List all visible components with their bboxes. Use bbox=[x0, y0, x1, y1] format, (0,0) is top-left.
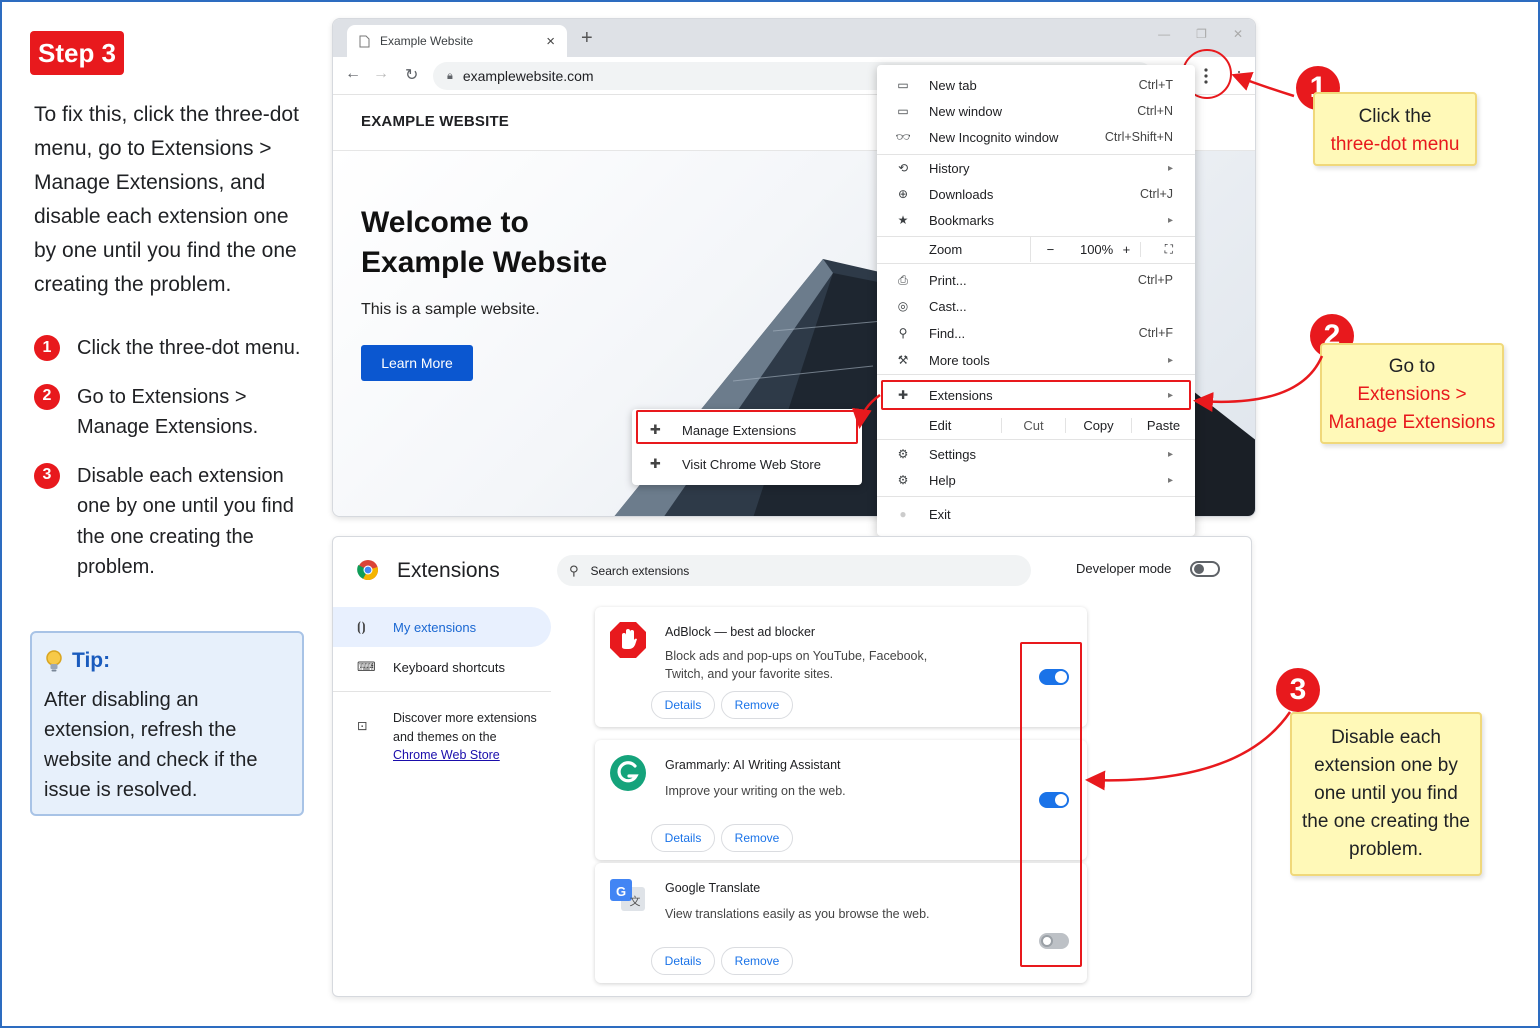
arrow-to-menu-button bbox=[1231, 72, 1295, 98]
arrow-to-extensions-item bbox=[1193, 355, 1324, 412]
annotation-arrows bbox=[851, 72, 1324, 791]
arrow-to-toggles bbox=[1085, 711, 1292, 791]
arrow-submenu-link bbox=[851, 393, 881, 429]
